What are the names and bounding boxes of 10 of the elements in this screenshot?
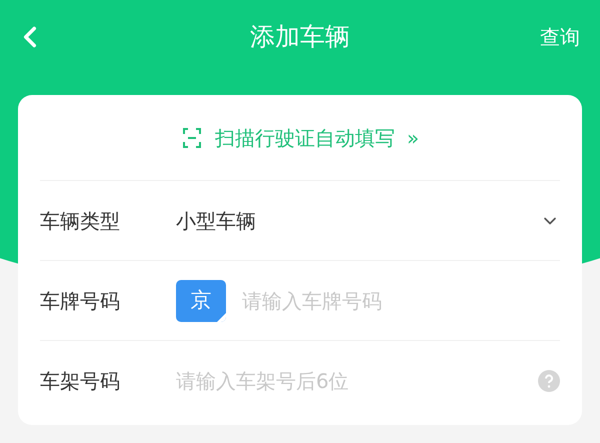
field-label: 车架号码 — [40, 368, 121, 395]
province-selector[interactable]: 京 — [176, 280, 226, 322]
scan-icon — [180, 126, 203, 148]
query-button[interactable]: 查询 — [540, 22, 580, 52]
field-label: 车辆类型 — [40, 208, 121, 234]
vehicle-type-select[interactable]: 小型车辆 — [176, 206, 560, 236]
help-icon[interactable] — [538, 370, 560, 392]
scan-license-link[interactable]: 扫描行驶证自动填写 » — [40, 95, 560, 181]
page-title: 添加车辆 — [250, 21, 350, 54]
field-label: 车牌号码 — [40, 288, 121, 314]
